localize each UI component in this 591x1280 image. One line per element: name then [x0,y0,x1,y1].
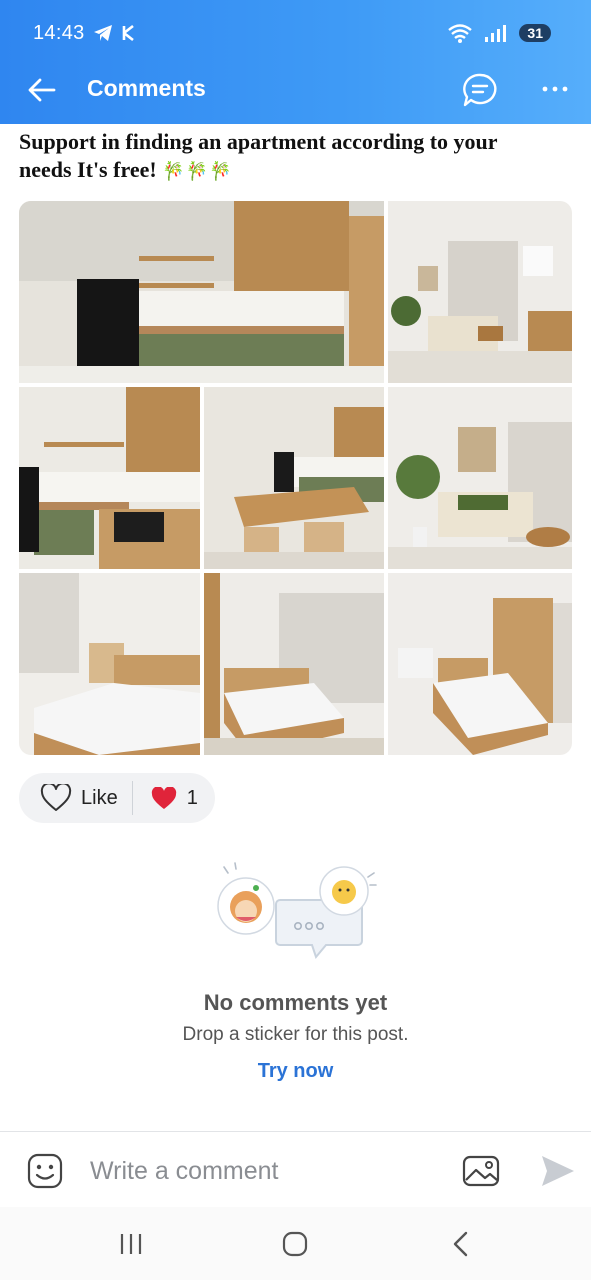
top-app-bar: 14:43 31 Comments [0,0,591,124]
living-room-photo[interactable] [388,201,572,383]
dining-table-photo[interactable] [204,387,384,569]
empty-comments-illustration [217,862,377,960]
image-icon[interactable] [461,1152,501,1190]
system-back-icon[interactable] [450,1231,472,1257]
heart-icon [151,786,176,809]
kitchen-photo[interactable] [19,201,384,383]
status-time: 14:43 [33,21,85,44]
comment-input[interactable] [90,1154,430,1188]
system-navigation-bar [0,1207,591,1280]
reaction-bar: Like 1 [19,773,215,823]
bedroom-photo-2[interactable] [204,573,384,755]
comment-composer [0,1131,591,1207]
status-right-group: 31 [447,22,551,44]
try-now-link[interactable]: Try now [0,1060,591,1083]
reaction-divider [131,781,133,815]
send-icon[interactable] [538,1152,576,1190]
post-text-line-1: Support in finding an apartment accordin… [19,129,498,154]
empty-state-title: No comments yet [203,990,388,1015]
header-row: Comments [0,66,591,112]
sticker-smile-icon[interactable] [26,1152,64,1190]
photo-grid [19,201,572,755]
post-text-line-2: needs It's free! 🎋🎋🎋 [19,157,233,182]
recent-apps-icon[interactable] [118,1232,144,1256]
battery-icon: 31 [519,24,551,42]
status-bar: 14:43 31 [33,18,551,48]
home-icon[interactable] [282,1231,308,1257]
post-text: Support in finding an apartment accordin… [19,128,559,185]
kitchen-closeup-photo[interactable] [19,387,200,569]
status-time-group: 14:43 [33,22,137,45]
k-app-icon [122,24,134,42]
more-dots-icon[interactable] [540,76,570,102]
like-label: Like [81,786,118,809]
chat-bubble-icon[interactable] [462,72,498,108]
telegram-icon [93,25,112,41]
page-title: Comments [87,75,206,101]
back-arrow-icon[interactable] [26,74,58,106]
signal-icon [485,25,507,42]
bamboo-emoji: 🎋🎋🎋 [162,161,233,181]
heart-outline-icon [40,784,72,811]
like-button[interactable]: Like [19,773,118,823]
reaction-count-button[interactable]: 1 [151,786,198,810]
empty-state-subtitle: Drop a sticker for this post. [182,1024,409,1045]
wifi-icon [448,24,473,43]
bedroom-photo-3[interactable] [388,573,572,755]
reaction-count: 1 [186,786,198,809]
sofa-photo[interactable] [388,387,572,569]
bedroom-photo-1[interactable] [19,573,200,755]
